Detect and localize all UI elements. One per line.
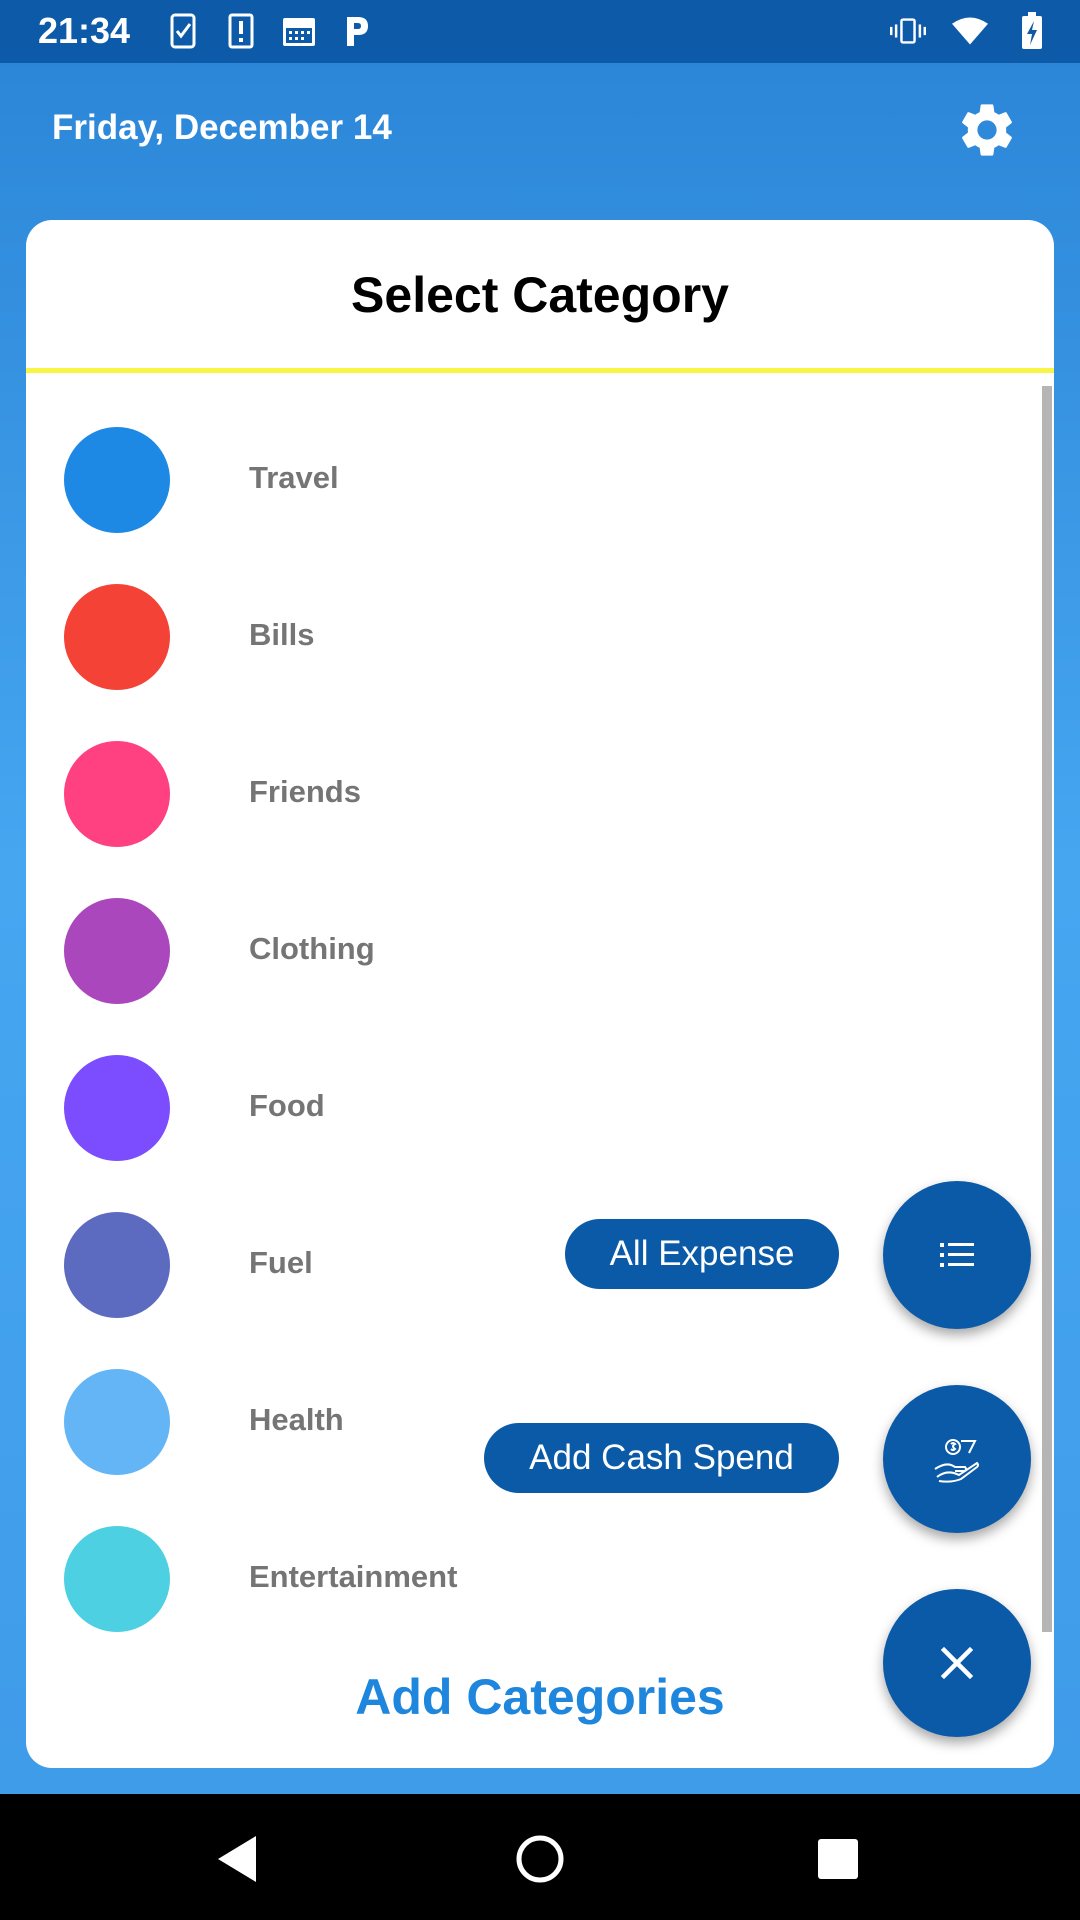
task-check-icon bbox=[165, 12, 201, 50]
category-color-dot bbox=[64, 1526, 170, 1632]
category-color-dot bbox=[64, 584, 170, 690]
settings-button[interactable] bbox=[952, 95, 1022, 165]
category-label: Travel bbox=[249, 460, 339, 495]
category-row-bills[interactable]: Bills bbox=[26, 572, 1026, 702]
cash-hand-icon bbox=[934, 1439, 979, 1483]
close-fab[interactable] bbox=[883, 1589, 1031, 1737]
system-icons bbox=[890, 12, 1050, 50]
parking-icon bbox=[339, 12, 375, 50]
category-row-friends[interactable]: Friends bbox=[26, 729, 1026, 859]
header-date: Friday, December 14 bbox=[52, 108, 392, 147]
back-button[interactable] bbox=[203, 1824, 273, 1894]
list-icon bbox=[940, 1243, 974, 1267]
category-color-dot bbox=[64, 1055, 170, 1161]
status-time: 21:34 bbox=[38, 10, 131, 51]
add-cash-spend-fab[interactable] bbox=[883, 1385, 1031, 1533]
dialog-title: Select Category bbox=[351, 267, 729, 323]
category-row-fuel[interactable]: Fuel bbox=[26, 1200, 1026, 1330]
category-color-dot bbox=[64, 1369, 170, 1475]
category-label: Fuel bbox=[249, 1245, 313, 1280]
title-divider bbox=[26, 368, 1054, 373]
recents-icon bbox=[818, 1839, 858, 1879]
back-icon bbox=[218, 1836, 256, 1882]
category-label: Bills bbox=[249, 617, 315, 652]
category-label: Friends bbox=[249, 774, 361, 809]
notification-icons bbox=[165, 12, 375, 50]
category-row-clothing[interactable]: Clothing bbox=[26, 886, 1026, 1016]
select-category-dialog: Select Category Travel Bills Friends Clo… bbox=[26, 220, 1054, 1768]
vibrate-icon bbox=[890, 12, 926, 50]
all-expense-fab[interactable] bbox=[883, 1181, 1031, 1329]
recents-button[interactable] bbox=[803, 1824, 873, 1894]
category-label: Health bbox=[249, 1402, 344, 1437]
calendar-icon bbox=[281, 12, 317, 50]
category-color-dot bbox=[64, 741, 170, 847]
category-color-dot bbox=[64, 1212, 170, 1318]
gear-icon bbox=[962, 104, 1012, 156]
navigation-bar bbox=[0, 1794, 1080, 1920]
home-button[interactable] bbox=[505, 1824, 575, 1894]
all-expense-label-button[interactable]: All Expense bbox=[565, 1219, 839, 1289]
wifi-icon bbox=[952, 12, 988, 50]
close-icon bbox=[940, 1646, 974, 1680]
category-row-food[interactable]: Food bbox=[26, 1043, 1026, 1173]
category-label: Entertainment bbox=[249, 1559, 458, 1594]
add-cash-spend-label-button[interactable]: Add Cash Spend bbox=[484, 1423, 839, 1493]
battery-charging-icon bbox=[1014, 12, 1050, 50]
home-icon bbox=[516, 1835, 564, 1883]
category-color-dot bbox=[64, 898, 170, 1004]
category-row-entertainment[interactable]: Entertainment bbox=[26, 1514, 1026, 1644]
status-bar: 21:34 bbox=[0, 0, 1080, 63]
category-row-travel[interactable]: Travel bbox=[26, 415, 1026, 545]
category-label: Clothing bbox=[249, 931, 375, 966]
scrollbar[interactable] bbox=[1042, 386, 1052, 1632]
category-color-dot bbox=[64, 427, 170, 533]
alert-icon bbox=[223, 12, 259, 50]
category-label: Food bbox=[249, 1088, 325, 1123]
